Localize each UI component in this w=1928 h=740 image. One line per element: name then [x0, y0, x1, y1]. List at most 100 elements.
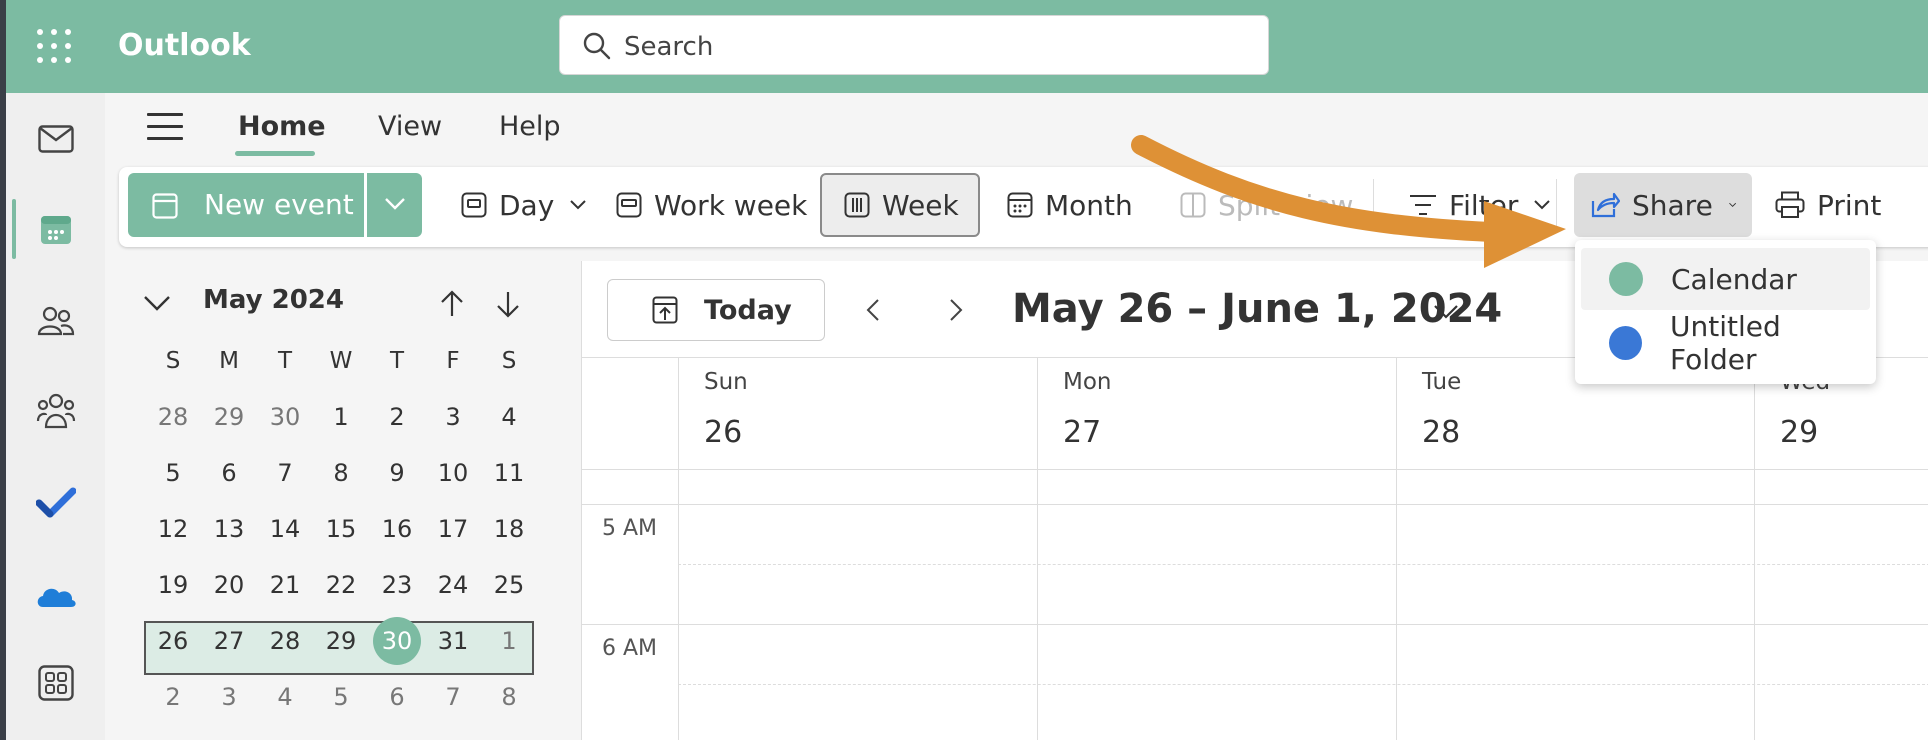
date-range-title[interactable]: May 26 – June 1, 2024: [1012, 286, 1502, 332]
share-menu-item-untitled-folder[interactable]: Untitled Folder: [1581, 310, 1870, 376]
month-view-button[interactable]: Month: [1007, 173, 1133, 237]
calendar-day[interactable]: 27: [201, 627, 257, 655]
calendar-day-today[interactable]: 30: [369, 617, 425, 665]
half-hour-line: [678, 684, 1928, 685]
calendar-day[interactable]: 25: [481, 571, 537, 599]
week-icon: [844, 192, 870, 218]
calendar-day[interactable]: 20: [201, 571, 257, 599]
today-button[interactable]: Today: [607, 279, 825, 341]
calendar-day[interactable]: 7: [425, 683, 481, 711]
calendar-day[interactable]: 2: [369, 403, 425, 431]
calendar-day[interactable]: 10: [425, 459, 481, 487]
day-column-header[interactable]: Sun 26: [678, 357, 1037, 469]
calendar-day[interactable]: 1: [481, 627, 537, 655]
tab-home[interactable]: Home: [238, 111, 326, 142]
calendar-day[interactable]: 29: [313, 627, 369, 655]
week-label: Week: [882, 188, 959, 222]
calendar-day[interactable]: 4: [481, 403, 537, 431]
next-week-icon[interactable]: [949, 298, 963, 322]
day-column-header[interactable]: Mon 27: [1037, 357, 1396, 469]
toolbar-divider: [1373, 179, 1374, 231]
day-name: Sun: [704, 369, 748, 395]
new-event-button[interactable]: New event: [128, 173, 364, 237]
print-button[interactable]: Print: [1775, 173, 1881, 237]
calendar-day[interactable]: 5: [313, 683, 369, 711]
new-event-dropdown-button[interactable]: [367, 173, 422, 237]
share-button[interactable]: Share: [1574, 173, 1752, 237]
weekday-header: S: [501, 348, 517, 374]
calendar-day[interactable]: 22: [313, 571, 369, 599]
calendar-day[interactable]: 21: [257, 571, 313, 599]
search-box[interactable]: Search: [559, 15, 1269, 75]
calendar-day[interactable]: 13: [201, 515, 257, 543]
calendar-day[interactable]: 6: [201, 459, 257, 487]
calendar-day[interactable]: 1: [313, 403, 369, 431]
people-icon[interactable]: [6, 291, 105, 351]
grid-line: [582, 469, 1928, 470]
hamburger-menu-icon[interactable]: [147, 113, 183, 141]
search-placeholder: Search: [624, 32, 714, 62]
calendar-day[interactable]: 12: [145, 515, 201, 543]
share-dropdown-menu: Calendar Untitled Folder: [1575, 240, 1876, 384]
calendar-day[interactable]: 15: [313, 515, 369, 543]
share-icon: [1590, 191, 1620, 219]
mini-calendar-pane: May 2024 S M T W T F S 28 29 30 1 2 3 4: [105, 255, 565, 740]
groups-icon[interactable]: [6, 381, 105, 441]
previous-week-icon[interactable]: [866, 298, 880, 322]
calendar-day[interactable]: 23: [369, 571, 425, 599]
todo-icon[interactable]: [6, 473, 105, 533]
day-view-button[interactable]: Day: [461, 173, 587, 237]
calendar-day[interactable]: 8: [313, 459, 369, 487]
calendar-day[interactable]: 8: [481, 683, 537, 711]
tab-help[interactable]: Help: [499, 111, 561, 142]
calendar-day[interactable]: 19: [145, 571, 201, 599]
column-divider: [1396, 357, 1397, 740]
split-view-icon: [1180, 192, 1206, 218]
calendar-day[interactable]: 28: [257, 627, 313, 655]
calendar-day[interactable]: 18: [481, 515, 537, 543]
calendar-day[interactable]: 17: [425, 515, 481, 543]
share-menu-item-calendar[interactable]: Calendar: [1581, 248, 1870, 310]
calendar-day[interactable]: 28: [145, 403, 201, 431]
calendar-day[interactable]: 9: [369, 459, 425, 487]
calendar-icon[interactable]: [6, 199, 105, 259]
split-view-button[interactable]: Split view: [1180, 173, 1353, 237]
mini-calendar-grid: S M T W T F S 28 29 30 1 2 3 4 5 6 7 8 9…: [145, 333, 537, 725]
calendar-day[interactable]: 30: [257, 403, 313, 431]
calendar-day[interactable]: 4: [257, 683, 313, 711]
collapse-chevron-icon[interactable]: [143, 295, 171, 313]
more-apps-icon[interactable]: [6, 653, 105, 713]
day-number: 28: [1422, 415, 1461, 450]
calendar-day[interactable]: 11: [481, 459, 537, 487]
day-number: 27: [1063, 415, 1102, 450]
today-number: 30: [381, 627, 413, 655]
calendar-day[interactable]: 5: [145, 459, 201, 487]
chevron-down-icon[interactable]: [1433, 304, 1459, 320]
calendar-day[interactable]: 24: [425, 571, 481, 599]
app-launcher-icon[interactable]: [37, 29, 71, 63]
arrow-down-icon[interactable]: [495, 290, 521, 318]
app-rail: [6, 93, 105, 740]
calendar-day[interactable]: 3: [425, 403, 481, 431]
mail-icon[interactable]: [6, 109, 105, 169]
calendar-day[interactable]: 31: [425, 627, 481, 655]
calendar-week-row: 28 29 30 1 2 3 4: [145, 389, 537, 445]
calendar-day[interactable]: 3: [201, 683, 257, 711]
calendar-day[interactable]: 26: [145, 627, 201, 655]
folder-color-dot: [1609, 326, 1642, 360]
week-view-button[interactable]: Week: [820, 173, 980, 237]
arrow-up-icon[interactable]: [439, 290, 465, 318]
work-week-view-button[interactable]: Work week: [616, 173, 807, 237]
calendar-day[interactable]: 2: [145, 683, 201, 711]
calendar-day[interactable]: 14: [257, 515, 313, 543]
weekday-header: S: [165, 348, 181, 374]
onedrive-icon[interactable]: [6, 565, 105, 625]
filter-button[interactable]: Filter: [1409, 173, 1551, 237]
calendar-day[interactable]: 16: [369, 515, 425, 543]
calendar-day[interactable]: 29: [201, 403, 257, 431]
calendar-day[interactable]: 7: [257, 459, 313, 487]
tab-view[interactable]: View: [378, 111, 442, 142]
calendar-week-row: 12 13 14 15 16 17 18: [145, 501, 537, 557]
day-icon: [461, 192, 487, 218]
calendar-day[interactable]: 6: [369, 683, 425, 711]
